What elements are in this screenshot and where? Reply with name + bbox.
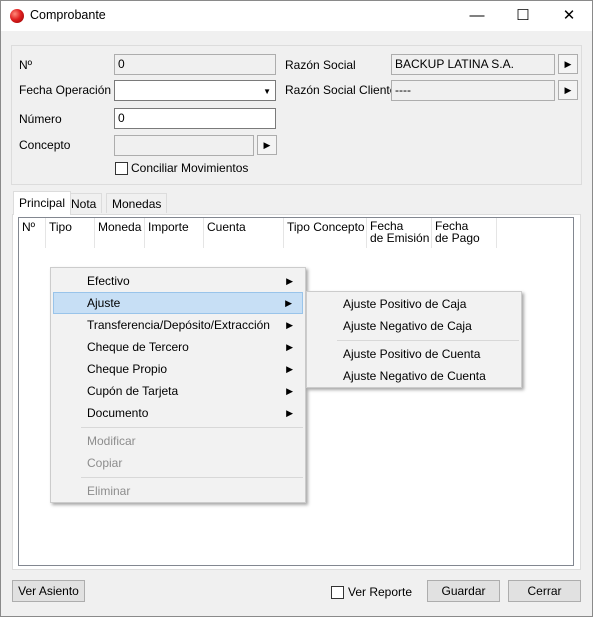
menu-item-cupon-tarjeta[interactable]: Cupón de Tarjeta ▶ [53, 380, 303, 402]
menu-item-modificar[interactable]: Modificar [53, 430, 303, 452]
menu-item-cheque-propio[interactable]: Cheque Propio ▶ [53, 358, 303, 380]
maximize-icon: ☐ [516, 7, 530, 24]
tab-monedas[interactable]: Monedas [106, 193, 168, 213]
razon-social-label: Razón Social [285, 58, 356, 72]
submenu-arrow-icon: ▶ [286, 386, 293, 396]
menu-separator [81, 427, 303, 428]
numero-field[interactable]: 0 [114, 108, 276, 129]
submenu-arrow-icon: ▶ [286, 320, 293, 330]
menu-item-eliminar[interactable]: Eliminar [53, 480, 303, 502]
conciliar-label: Conciliar Movimientos [131, 161, 249, 175]
column-header-cuenta[interactable]: Cuenta [204, 218, 284, 248]
conciliar-checkbox[interactable] [115, 162, 128, 175]
menu-item-transferencia[interactable]: Transferencia/Depósito/Extracción ▶ [53, 314, 303, 336]
minimize-icon: — [469, 7, 485, 24]
column-header-moneda[interactable]: Moneda [95, 218, 145, 248]
ver-asiento-button[interactable]: Ver Asiento [12, 580, 85, 602]
razon-social-select-button[interactable]: ▶ [558, 54, 578, 74]
concepto-select-button[interactable]: ▶ [257, 135, 277, 155]
dropdown-arrow-icon[interactable]: ▼ [263, 84, 271, 99]
submenu-arrow-icon: ▶ [286, 364, 293, 374]
concepto-field[interactable] [114, 135, 254, 156]
razon-social-field[interactable]: BACKUP LATINA S.A. [391, 54, 555, 75]
tab-principal[interactable]: Principal [13, 191, 72, 215]
arrow-right-icon: ▶ [564, 85, 572, 95]
close-icon: ✕ [562, 7, 576, 24]
menu-item-efectivo[interactable]: Efectivo ▶ [53, 270, 303, 292]
context-menu: Efectivo ▶ Ajuste ▶ Transferencia/Depósito… [50, 267, 306, 503]
razon-social-cliente-select-button[interactable]: ▶ [558, 80, 578, 100]
razon-social-cliente-label: Razón Social Cliente [285, 83, 397, 97]
ver-reporte-checkbox[interactable] [331, 586, 344, 599]
ver-reporte-label: Ver Reporte [348, 585, 413, 599]
arrow-right-icon: ▶ [263, 140, 271, 150]
maximize-button[interactable]: ☐ [500, 1, 546, 30]
submenu-arrow-icon: ▶ [285, 298, 292, 308]
submenu-item-ajuste-positivo-cuenta[interactable]: Ajuste Positivo de Cuenta [309, 343, 519, 365]
menu-item-documento[interactable]: Documento ▶ [53, 402, 303, 424]
submenu-arrow-icon: ▶ [286, 408, 293, 418]
submenu-item-ajuste-negativo-caja[interactable]: Ajuste Negativo de Caja [309, 315, 519, 337]
menu-item-cheque-tercero[interactable]: Cheque de Tercero ▶ [53, 336, 303, 358]
close-button[interactable]: ✕ [546, 1, 592, 30]
window-title: Comprobante [30, 8, 106, 22]
fecha-operacion-label: Fecha Operación [19, 83, 112, 97]
column-header-tipo[interactable]: Tipo [46, 218, 95, 248]
menu-item-copiar[interactable]: Copiar [53, 452, 303, 474]
fecha-operacion-picker[interactable]: ▼ [114, 80, 276, 101]
column-header-importe[interactable]: Importe [145, 218, 204, 248]
menu-item-ajuste[interactable]: Ajuste ▶ [53, 292, 303, 314]
column-header-nro[interactable]: Nº [19, 218, 46, 248]
column-header-fecha-pago[interactable]: Fecha de Pago [432, 218, 497, 248]
submenu-arrow-icon: ▶ [286, 276, 293, 286]
column-header-fecha-emision[interactable]: Fecha de Emisión [367, 218, 432, 248]
minimize-button[interactable]: — [454, 1, 500, 30]
nro-field[interactable]: 0 [114, 54, 276, 75]
concepto-label: Concepto [19, 138, 71, 152]
numero-label: Número [19, 112, 62, 126]
column-header-tipo-concepto[interactable]: Tipo Concepto [284, 218, 367, 248]
razon-social-cliente-field[interactable]: ---- [391, 80, 555, 101]
submenu-item-ajuste-negativo-cuenta[interactable]: Ajuste Negativo de Cuenta [309, 365, 519, 387]
arrow-right-icon: ▶ [564, 59, 572, 69]
submenu-item-ajuste-positivo-caja[interactable]: Ajuste Positivo de Caja [309, 293, 519, 315]
guardar-button[interactable]: Guardar [427, 580, 500, 602]
menu-separator [81, 477, 303, 478]
menu-separator [337, 340, 519, 341]
submenu-arrow-icon: ▶ [286, 342, 293, 352]
cerrar-button[interactable]: Cerrar [508, 580, 581, 602]
ajuste-submenu: Ajuste Positivo de Caja Ajuste Negativo … [306, 291, 522, 388]
app-icon [10, 9, 24, 23]
nro-label: Nº [19, 58, 33, 72]
